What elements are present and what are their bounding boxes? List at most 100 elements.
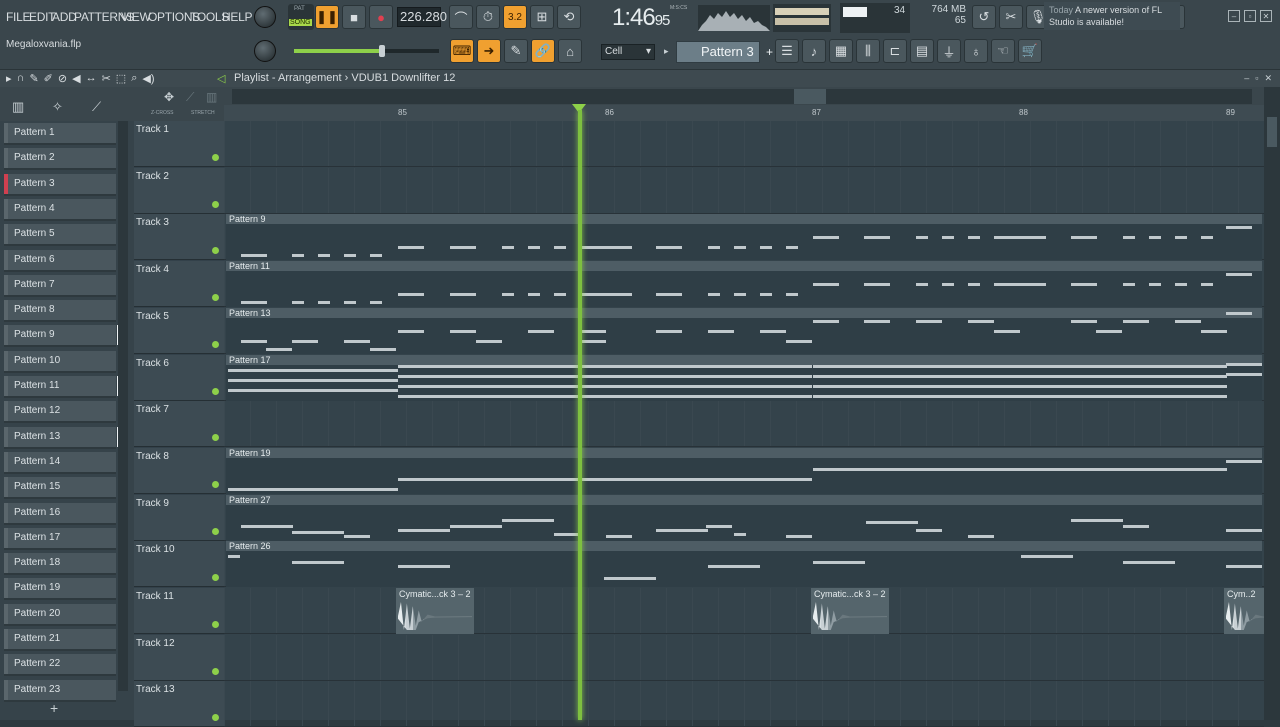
track-mute-led[interactable] xyxy=(212,574,219,582)
pattern-item[interactable]: Pattern 19 xyxy=(4,578,116,601)
track-header[interactable]: Track 5 xyxy=(134,307,224,354)
track-mute-led[interactable] xyxy=(212,340,219,348)
add-pattern-icon[interactable]: + xyxy=(766,42,773,62)
track-mute-led[interactable] xyxy=(212,294,219,302)
play-button[interactable]: ❚❚ xyxy=(315,5,339,29)
track-header[interactable]: Track 9 xyxy=(134,494,224,541)
draw-tool-button[interactable]: ✎ xyxy=(504,39,528,63)
undo-button[interactable]: ↺ xyxy=(972,5,996,29)
track-header[interactable]: Track 2 xyxy=(134,167,224,214)
piano-icon[interactable]: ▥ xyxy=(12,99,24,115)
pattern-item[interactable]: Pattern 22 xyxy=(4,654,116,677)
vertical-scroll-thumb[interactable] xyxy=(1267,117,1277,147)
pat-song-toggle[interactable]: PAT SONG xyxy=(288,4,314,30)
slider-thumb[interactable] xyxy=(379,45,385,57)
playlist-play-icon[interactable]: ◁ xyxy=(217,72,225,85)
pattern-item[interactable]: Pattern 13 xyxy=(4,426,120,449)
pattern-clip[interactable]: Pattern 17 xyxy=(226,354,1262,401)
menu-help[interactable]: HELP xyxy=(222,10,252,24)
automation-icon[interactable]: ⟋ xyxy=(92,99,101,115)
overview-thumb[interactable] xyxy=(794,89,826,104)
track-header[interactable]: Track 6 xyxy=(134,354,224,401)
master-pitch-knob[interactable] xyxy=(254,40,276,62)
stretch-toggle[interactable]: STRETCH xyxy=(191,110,215,116)
track-header[interactable]: Track 13 xyxy=(134,681,224,727)
select-icon[interactable]: ⬚ xyxy=(116,72,126,85)
playlist-button[interactable]: ☰ xyxy=(775,39,799,63)
cut-button[interactable]: ✂ xyxy=(999,5,1023,29)
track-mute-led[interactable] xyxy=(212,154,219,161)
news-panel[interactable]: Today A newer version of FL Studio is av… xyxy=(1044,2,1180,30)
master-volume-knob[interactable] xyxy=(254,6,276,28)
pattern-clip[interactable]: Pattern 19 xyxy=(226,447,1262,494)
track-header[interactable]: Track 10 xyxy=(134,541,224,588)
pattern-item[interactable]: Pattern 18 xyxy=(4,553,116,576)
minimize-icon[interactable]: – xyxy=(1244,73,1249,84)
menu-add[interactable]: ADD xyxy=(52,10,77,24)
arrangement-area[interactable]: 85 86 87 88 89 Pattern 9 Pattern 11 Pattern 13… xyxy=(224,87,1280,727)
pattern-item[interactable]: Pattern 8 xyxy=(4,300,116,323)
shop-button[interactable]: 🛒 xyxy=(1018,39,1042,63)
magnet-icon[interactable]: ∩ xyxy=(17,72,25,85)
pattern-clip[interactable]: Pattern 26 xyxy=(226,541,1262,588)
track-header[interactable]: Track 12 xyxy=(134,634,224,681)
pattern-clip[interactable]: Pattern 27 xyxy=(226,494,1262,541)
audio-icon[interactable]: ✧ xyxy=(52,99,63,115)
z-cross-toggle[interactable]: Z-CROSS xyxy=(151,110,174,116)
stamp-button[interactable]: ⌂ xyxy=(558,39,582,63)
tempo-tapper-button[interactable]: ♁ xyxy=(964,39,988,63)
track-lane[interactable] xyxy=(224,401,1264,448)
link-icon[interactable]: ⟋ xyxy=(186,90,194,105)
pattern-item[interactable]: Pattern 4 xyxy=(4,198,116,221)
pattern-item[interactable]: Pattern 2 xyxy=(4,148,116,171)
link-button[interactable]: 🔗 xyxy=(531,39,555,63)
track-mute-led[interactable] xyxy=(212,387,219,395)
master-volume-slider[interactable] xyxy=(294,45,439,57)
pattern-item[interactable]: Pattern 11 xyxy=(4,376,120,398)
audio-clip[interactable]: Cymatic...ck 3 – 2 xyxy=(811,588,889,634)
maximize-icon[interactable]: ▫ xyxy=(1255,73,1258,84)
pattern-item[interactable]: Pattern 21 xyxy=(4,629,116,651)
typing-keyboard-button[interactable]: ⌨ xyxy=(450,39,474,63)
move-icon[interactable]: ✥ xyxy=(164,90,174,104)
vertical-scrollbar[interactable] xyxy=(1264,87,1280,720)
step-forward-button[interactable]: ➜ xyxy=(477,39,501,63)
overview-scrollbar[interactable] xyxy=(232,89,1252,104)
minimize-icon[interactable]: – xyxy=(1228,10,1240,22)
mute-icon[interactable]: ◀ xyxy=(72,72,80,85)
track-header[interactable]: Track 4 xyxy=(134,261,224,308)
pattern-item[interactable]: Pattern 3 xyxy=(4,173,116,196)
pattern-item[interactable]: Pattern 10 xyxy=(4,350,116,373)
tempo-display[interactable]: 226.280 xyxy=(397,7,447,27)
track-header[interactable]: Track 11 xyxy=(134,588,224,634)
track-header[interactable]: Track 1 xyxy=(134,121,224,167)
wait-input-button[interactable]: ⏱ xyxy=(476,5,500,29)
close-icon[interactable]: ✕ xyxy=(1260,10,1272,22)
pattern-item[interactable]: Pattern 16 xyxy=(4,502,116,525)
restore-icon[interactable]: ▫ xyxy=(1244,10,1256,22)
piano-roll-button[interactable]: ♪ xyxy=(802,39,826,63)
track-header[interactable]: Track 7 xyxy=(134,401,224,448)
menu-file[interactable]: FILE xyxy=(6,10,30,24)
pattern-item[interactable]: Pattern 20 xyxy=(4,603,116,626)
touch-button[interactable]: ☜ xyxy=(991,39,1015,63)
stop-button[interactable]: ■ xyxy=(342,5,366,29)
track-mute-led[interactable] xyxy=(212,434,219,442)
pattern-item[interactable]: Pattern 6 xyxy=(4,249,116,272)
snap-select[interactable]: Cell ▾ xyxy=(601,44,655,60)
step-edit-button[interactable]: ⊞ xyxy=(530,5,554,29)
pattern-clip[interactable]: Pattern 11 xyxy=(226,261,1262,308)
track-mute-led[interactable] xyxy=(212,621,219,628)
add-icon[interactable]: + xyxy=(50,700,58,716)
track-lane[interactable] xyxy=(224,681,1264,727)
playback-icon[interactable]: ◀) xyxy=(142,72,154,85)
browser-scrollbar[interactable] xyxy=(118,121,128,691)
arrow-icon[interactable]: ▸ xyxy=(664,46,669,57)
pattern-item[interactable]: Pattern 23 xyxy=(4,679,116,702)
pattern-item[interactable]: Pattern 17 xyxy=(4,527,116,550)
pattern-selector[interactable]: Pattern 3 + xyxy=(676,41,773,63)
track-mute-led[interactable] xyxy=(212,667,219,675)
pattern-item[interactable]: Pattern 9 xyxy=(4,325,120,348)
pencil-icon[interactable]: ✎ xyxy=(29,72,38,85)
menu-view[interactable]: VIEW xyxy=(121,10,151,24)
